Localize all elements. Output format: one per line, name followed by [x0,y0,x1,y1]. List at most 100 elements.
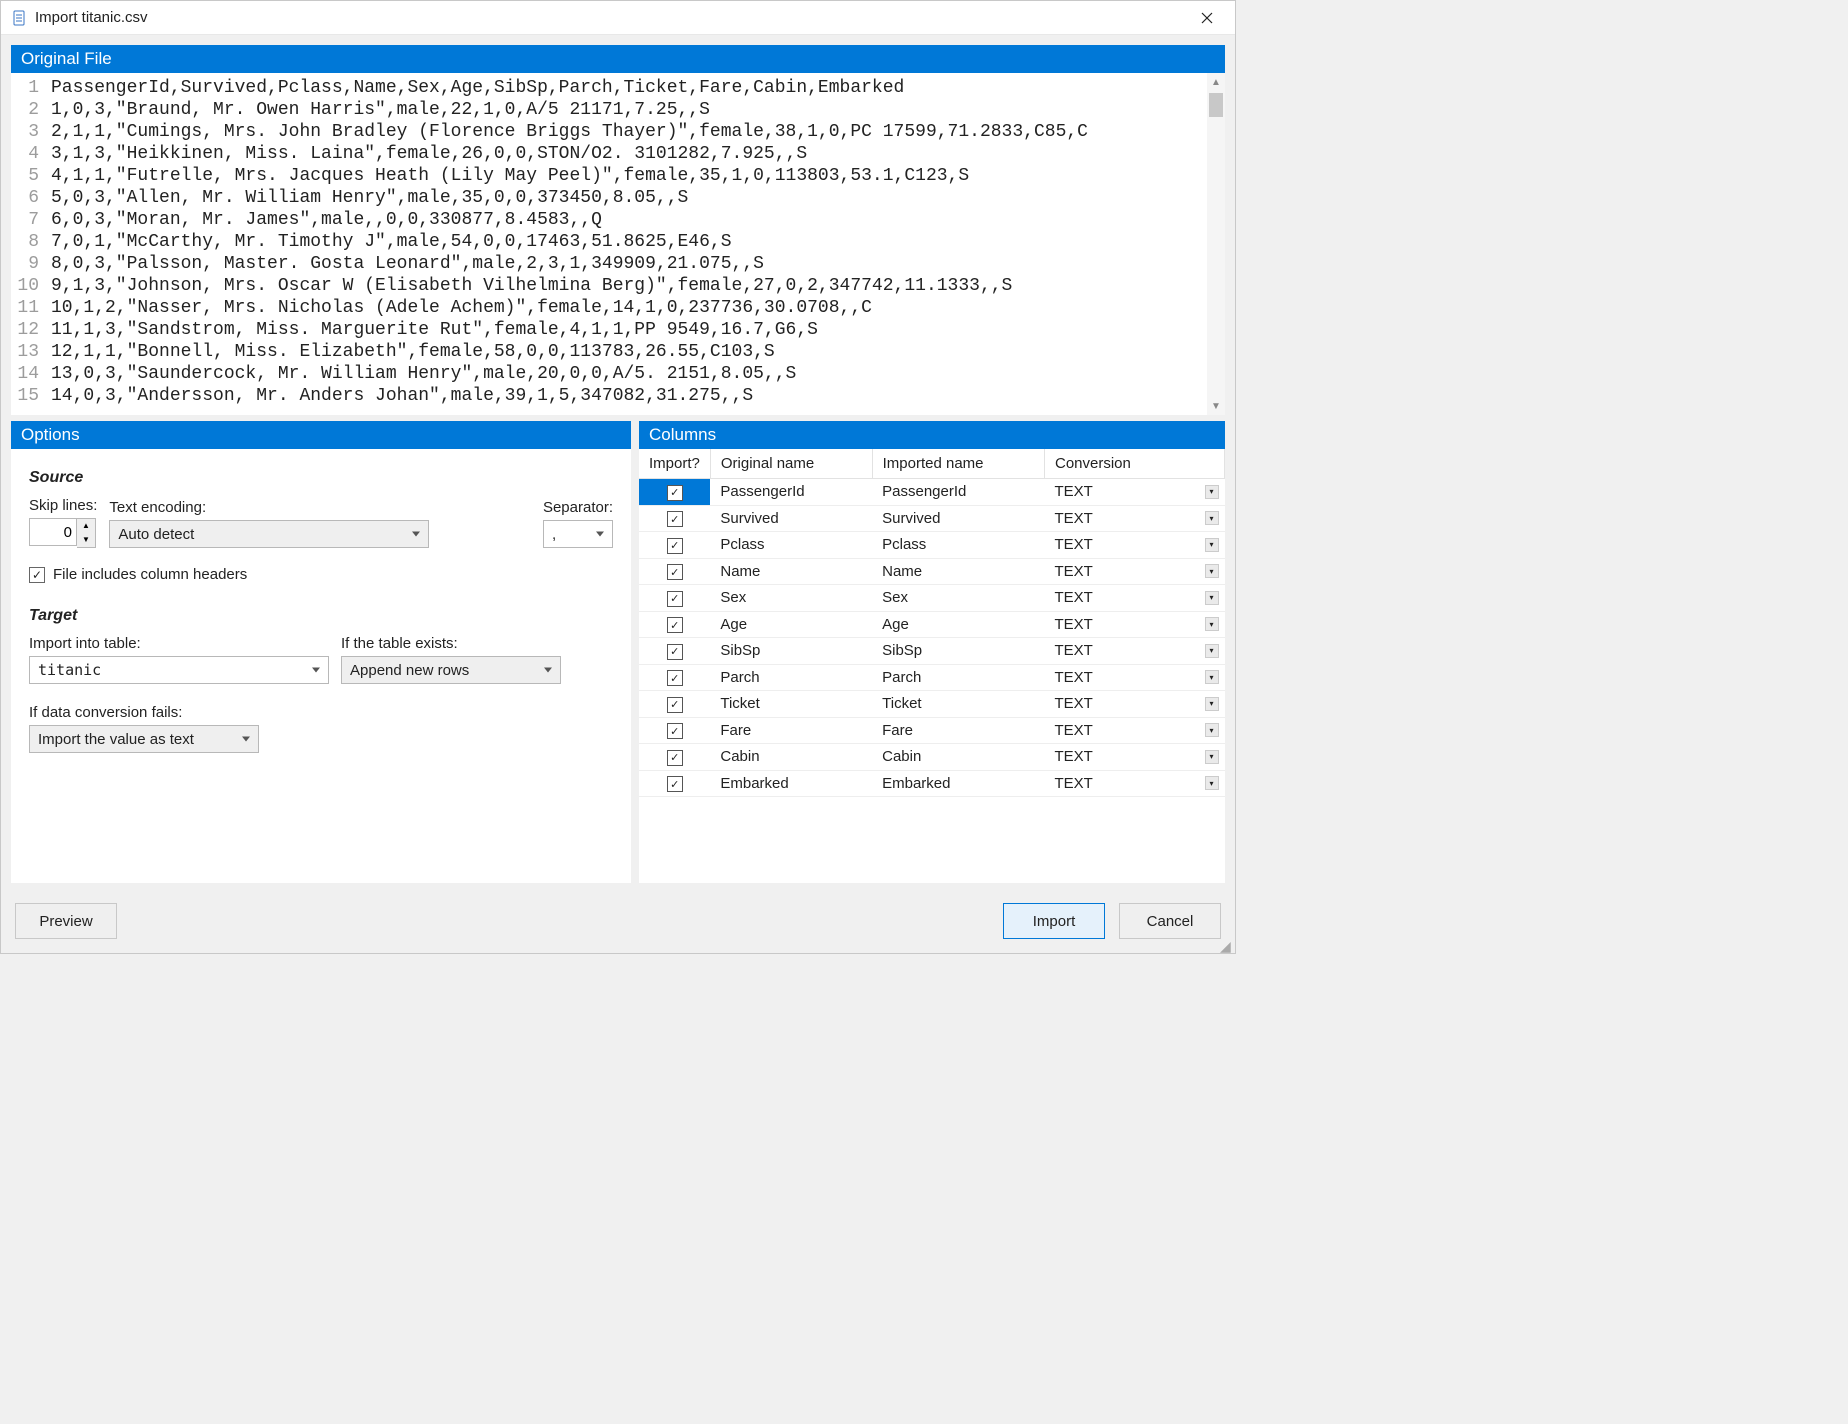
spin-down-icon[interactable]: ▼ [77,533,95,547]
chevron-down-icon[interactable]: ▾ [1205,670,1219,684]
import-cell[interactable]: ✓ [639,585,710,612]
chevron-down-icon[interactable]: ▾ [1205,591,1219,605]
import-button[interactable]: Import [1003,903,1105,939]
chevron-down-icon[interactable]: ▾ [1205,617,1219,631]
table-row[interactable]: ✓TicketTicketTEXT▾ [639,691,1225,718]
conversion-cell[interactable]: TEXT▾ [1045,717,1225,744]
import-table-select[interactable]: titanic [29,656,329,684]
chevron-down-icon[interactable]: ▾ [1205,511,1219,525]
conversion-cell[interactable]: TEXT▾ [1045,585,1225,612]
table-row[interactable]: ✓PassengerIdPassengerIdTEXT▾ [639,479,1225,506]
chevron-down-icon[interactable]: ▾ [1205,485,1219,499]
table-row[interactable]: ✓AgeAgeTEXT▾ [639,611,1225,638]
skip-lines-spinner[interactable]: ▲ ▼ [77,518,96,548]
import-checkbox[interactable]: ✓ [667,564,683,580]
table-row[interactable]: ✓SexSexTEXT▾ [639,585,1225,612]
import-checkbox[interactable]: ✓ [667,591,683,607]
cancel-button[interactable]: Cancel [1119,903,1221,939]
imported-name-cell[interactable]: Fare [872,717,1044,744]
original-name-cell: Name [710,558,872,585]
original-name-cell: Cabin [710,744,872,771]
import-cell[interactable]: ✓ [639,691,710,718]
table-row[interactable]: ✓FareFareTEXT▾ [639,717,1225,744]
chevron-down-icon[interactable]: ▾ [1205,723,1219,737]
table-row[interactable]: ✓SibSpSibSpTEXT▾ [639,638,1225,665]
import-checkbox[interactable]: ✓ [667,776,683,792]
document-icon [11,10,27,26]
table-row[interactable]: ✓NameNameTEXT▾ [639,558,1225,585]
vertical-scrollbar[interactable]: ▲ ▼ [1207,73,1225,415]
conversion-cell[interactable]: TEXT▾ [1045,532,1225,559]
titlebar: Import titanic.csv [1,1,1235,35]
scroll-thumb[interactable] [1209,93,1223,117]
imported-name-cell[interactable]: PassengerId [872,479,1044,506]
import-cell[interactable]: ✓ [639,717,710,744]
headers-checkbox[interactable]: ✓ [29,567,45,583]
scroll-up-icon[interactable]: ▲ [1207,73,1225,91]
resize-grip-icon[interactable]: ◢ [1220,938,1234,952]
import-cell[interactable]: ✓ [639,744,710,771]
table-row[interactable]: ✓CabinCabinTEXT▾ [639,744,1225,771]
import-checkbox[interactable]: ✓ [667,697,683,713]
chevron-down-icon[interactable]: ▾ [1205,776,1219,790]
if-exists-select[interactable]: Append new rows [341,656,561,684]
imported-name-cell[interactable]: Sex [872,585,1044,612]
import-checkbox[interactable]: ✓ [667,485,683,501]
imported-name-cell[interactable]: Embarked [872,770,1044,797]
table-row[interactable]: ✓ParchParchTEXT▾ [639,664,1225,691]
imported-name-cell[interactable]: Pclass [872,532,1044,559]
col-imported-header[interactable]: Imported name [872,449,1044,479]
table-row[interactable]: ✓PclassPclassTEXT▾ [639,532,1225,559]
imported-name-cell[interactable]: SibSp [872,638,1044,665]
conversion-cell[interactable]: TEXT▾ [1045,770,1225,797]
import-cell[interactable]: ✓ [639,638,710,665]
conversion-cell[interactable]: TEXT▾ [1045,744,1225,771]
col-import-header[interactable]: Import? [639,449,710,479]
import-cell[interactable]: ✓ [639,664,710,691]
import-checkbox[interactable]: ✓ [667,723,683,739]
conversion-cell[interactable]: TEXT▾ [1045,558,1225,585]
if-fails-select[interactable]: Import the value as text [29,725,259,753]
spin-up-icon[interactable]: ▲ [77,519,95,533]
import-cell[interactable]: ✓ [639,611,710,638]
import-checkbox[interactable]: ✓ [667,617,683,633]
conversion-cell[interactable]: TEXT▾ [1045,691,1225,718]
import-cell[interactable]: ✓ [639,505,710,532]
import-cell[interactable]: ✓ [639,479,710,506]
import-checkbox[interactable]: ✓ [667,538,683,554]
chevron-down-icon[interactable]: ▾ [1205,564,1219,578]
imported-name-cell[interactable]: Ticket [872,691,1044,718]
imported-name-cell[interactable]: Parch [872,664,1044,691]
close-icon[interactable] [1187,3,1227,33]
scroll-down-icon[interactable]: ▼ [1207,397,1225,415]
preview-button[interactable]: Preview [15,903,117,939]
table-row[interactable]: ✓EmbarkedEmbarkedTEXT▾ [639,770,1225,797]
chevron-down-icon[interactable]: ▾ [1205,750,1219,764]
import-cell[interactable]: ✓ [639,532,710,559]
imported-name-cell[interactable]: Name [872,558,1044,585]
encoding-select[interactable]: Auto detect [109,520,429,548]
imported-name-cell[interactable]: Survived [872,505,1044,532]
conversion-cell[interactable]: TEXT▾ [1045,505,1225,532]
file-content[interactable]: PassengerId,Survived,Pclass,Name,Sex,Age… [45,73,1207,415]
conversion-cell[interactable]: TEXT▾ [1045,479,1225,506]
import-cell[interactable]: ✓ [639,770,710,797]
import-checkbox[interactable]: ✓ [667,644,683,660]
separator-select[interactable]: , [543,520,613,548]
conversion-cell[interactable]: TEXT▾ [1045,638,1225,665]
conversion-cell[interactable]: TEXT▾ [1045,664,1225,691]
chevron-down-icon[interactable]: ▾ [1205,697,1219,711]
chevron-down-icon[interactable]: ▾ [1205,644,1219,658]
import-checkbox[interactable]: ✓ [667,670,683,686]
import-checkbox[interactable]: ✓ [667,750,683,766]
import-checkbox[interactable]: ✓ [667,511,683,527]
col-original-header[interactable]: Original name [710,449,872,479]
conversion-cell[interactable]: TEXT▾ [1045,611,1225,638]
skip-lines-input[interactable] [29,518,77,546]
imported-name-cell[interactable]: Cabin [872,744,1044,771]
table-row[interactable]: ✓SurvivedSurvivedTEXT▾ [639,505,1225,532]
import-cell[interactable]: ✓ [639,558,710,585]
col-conversion-header[interactable]: Conversion [1045,449,1225,479]
chevron-down-icon[interactable]: ▾ [1205,538,1219,552]
imported-name-cell[interactable]: Age [872,611,1044,638]
